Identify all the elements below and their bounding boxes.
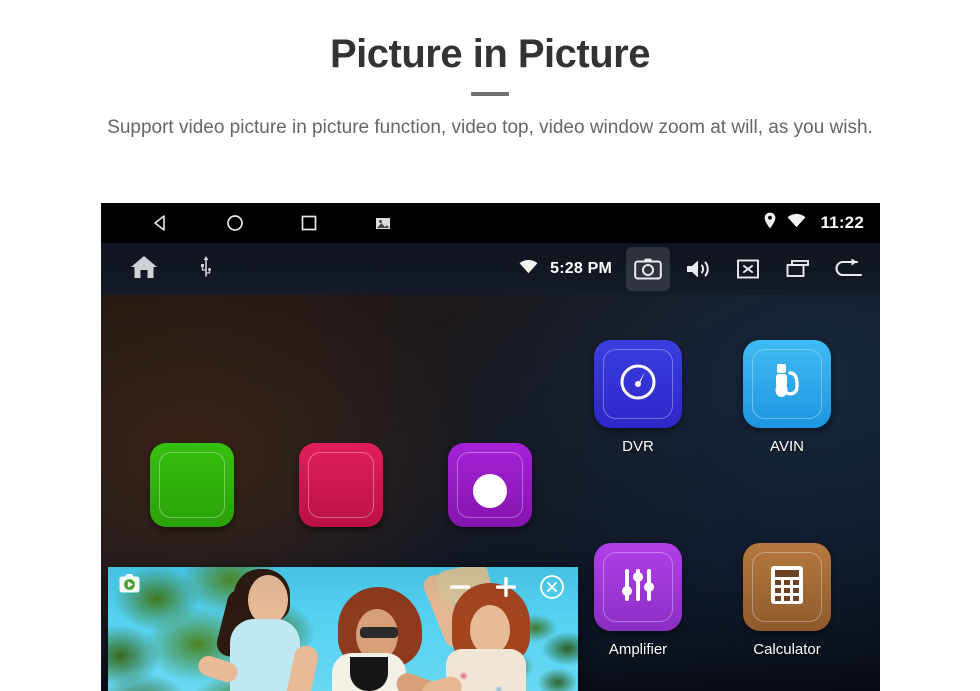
app-tile-calculator[interactable]: [743, 543, 831, 631]
title-divider: [471, 92, 509, 96]
close-box-icon[interactable]: [726, 247, 770, 291]
android-navigation-bar: 11:22: [101, 203, 880, 243]
zoom-out-button[interactable]: [444, 571, 476, 603]
home-screen: seicane DVR: [101, 295, 880, 691]
multiwindow-icon[interactable]: [776, 247, 820, 291]
page-header: Picture in Picture Support video picture…: [0, 0, 980, 142]
android-status-icons: 11:22: [763, 203, 864, 243]
app-avin[interactable]: AVIN: [741, 340, 833, 455]
app-tile-netflix[interactable]: [150, 443, 234, 527]
back-arrow-icon[interactable]: [826, 247, 870, 291]
location-pin-icon: [763, 212, 777, 234]
app-label-amplifier: Amplifier: [608, 641, 668, 658]
app-calculator[interactable]: Calculator: [741, 543, 833, 658]
back-icon[interactable]: [151, 213, 171, 233]
screenshot-icon[interactable]: [373, 213, 393, 233]
volume-icon[interactable]: [676, 247, 720, 291]
home-circle-icon[interactable]: [225, 213, 245, 233]
recents-square-icon[interactable]: [299, 213, 319, 233]
app-dvr[interactable]: DVR: [592, 340, 684, 455]
pip-toolbar: [108, 567, 578, 607]
page-subtitle: Support video picture in picture functio…: [107, 117, 873, 138]
zoom-in-button[interactable]: [490, 571, 522, 603]
app-amplifier[interactable]: Amplifier: [592, 543, 684, 658]
wifi-icon: [519, 259, 538, 279]
status-clock: 11:22: [820, 213, 864, 232]
app-label-calculator: Calculator: [753, 641, 821, 658]
av-plug-icon: [765, 359, 809, 410]
android-nav-buttons: [151, 203, 393, 243]
pip-video-window[interactable]: seicane: [108, 567, 578, 691]
app-tile-dvr[interactable]: [594, 340, 682, 428]
toolbar-left-group: [129, 243, 213, 295]
home-icon[interactable]: [129, 254, 159, 285]
app-tile-amplifier[interactable]: [594, 543, 682, 631]
video-camera-play-icon: [117, 572, 147, 596]
app-label-dvr: DVR: [622, 438, 654, 455]
close-button[interactable]: [536, 571, 568, 603]
toolbar-clock: 5:28 PM: [550, 260, 612, 277]
app-label-avin: AVIN: [770, 438, 804, 455]
calculator-icon: [767, 563, 807, 612]
app-tile-wheelkey-study[interactable]: [448, 443, 532, 527]
gauge-icon: [615, 359, 661, 410]
app-tile-avin[interactable]: [743, 340, 831, 428]
app-toolbar: 5:28 PM: [101, 243, 880, 295]
tablet-screen: 11:22 5:28 PM DVR AVIN Amplifier Calcula…: [101, 203, 880, 691]
usb-icon[interactable]: [199, 255, 213, 284]
camera-icon[interactable]: [626, 247, 670, 291]
page-title: Picture in Picture: [330, 32, 650, 76]
app-tile-siriusxm[interactable]: [299, 443, 383, 527]
toolbar-right-group: 5:28 PM: [519, 243, 870, 295]
pip-window-controls: [444, 567, 568, 607]
wifi-icon: [787, 213, 806, 233]
sliders-icon: [616, 563, 660, 612]
